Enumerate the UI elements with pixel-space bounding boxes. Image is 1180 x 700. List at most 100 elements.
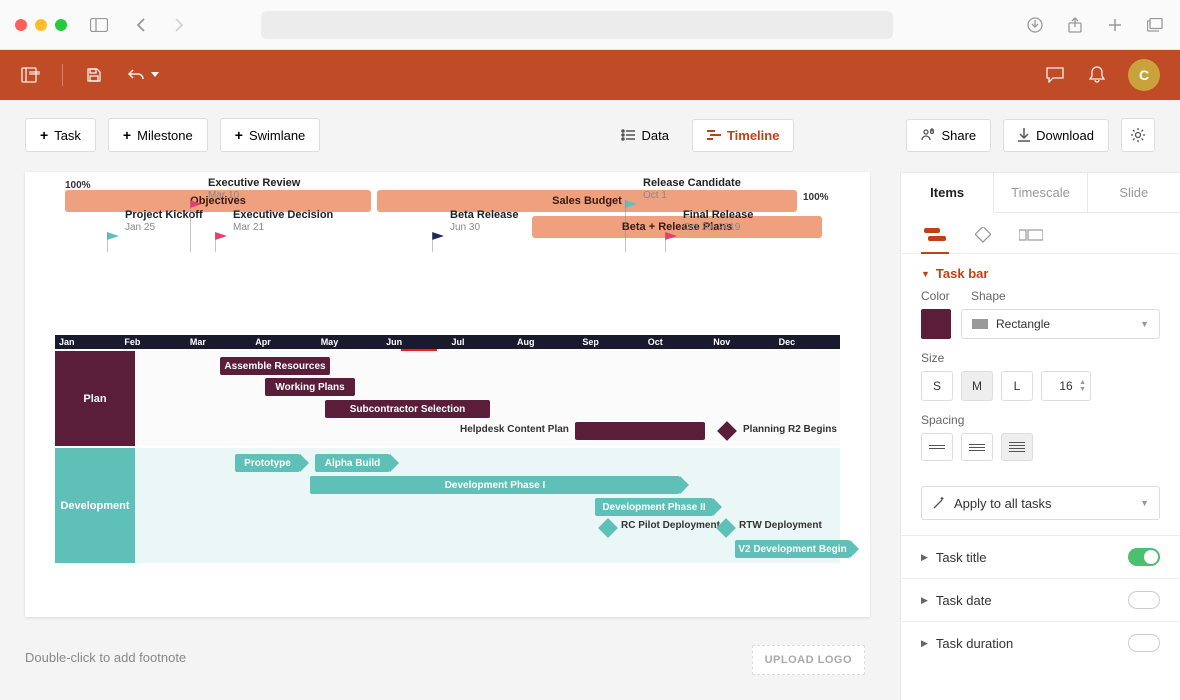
- month-axis: Jan Feb Mar Apr May Jun Jul Aug Sep Oct …: [55, 335, 840, 349]
- properties-panel: Items Timescale Slide ▼Task bar Color Sh…: [900, 172, 1180, 700]
- subtab-taskbar[interactable]: [921, 225, 949, 245]
- add-swimlane-button[interactable]: +Swimlane: [220, 118, 321, 152]
- task-date-toggle[interactable]: [1128, 591, 1160, 609]
- back-icon[interactable]: [131, 15, 151, 35]
- app-menu-icon[interactable]: [20, 64, 42, 86]
- task-duration-toggle[interactable]: [1128, 634, 1160, 652]
- traffic-lights: [15, 19, 67, 31]
- spacing-tight-button[interactable]: [921, 433, 953, 461]
- task-working-plans[interactable]: Working Plans: [265, 378, 355, 396]
- chevron-down-icon: ▼: [1140, 319, 1149, 329]
- apply-dropdown[interactable]: Apply to all tasks ▼: [921, 486, 1160, 520]
- size-l-button[interactable]: L: [1001, 371, 1033, 401]
- swimlane-dev-header[interactable]: Development: [55, 448, 135, 563]
- shape-dropdown[interactable]: Rectangle▼: [961, 309, 1160, 339]
- subtab-swimlane[interactable]: [1017, 225, 1045, 245]
- spacing-medium-button[interactable]: [961, 433, 993, 461]
- section-task-bar[interactable]: ▼Task bar: [901, 254, 1180, 289]
- flag-icon: [625, 200, 639, 252]
- avatar[interactable]: C: [1128, 59, 1160, 91]
- panel-tabs: Items Timescale Slide: [901, 173, 1180, 213]
- download-arrow-icon: [1018, 128, 1030, 142]
- swimlane-plan-header[interactable]: Plan: [55, 351, 135, 446]
- color-swatch[interactable]: [921, 309, 951, 339]
- size-m-button[interactable]: M: [961, 371, 993, 401]
- view-data-label: Data: [641, 128, 668, 143]
- footnote-placeholder[interactable]: Double-click to add footnote: [25, 650, 186, 665]
- milestone-date: Jun 30: [450, 222, 519, 234]
- caret-right-icon: ▶: [921, 552, 928, 563]
- task-phase1[interactable]: Development Phase I: [310, 476, 680, 494]
- bell-icon[interactable]: [1086, 64, 1108, 86]
- save-icon[interactable]: [83, 64, 105, 86]
- swimlane-plan[interactable]: Plan Assemble Resources Working Plans Su…: [55, 351, 840, 446]
- view-timeline-button[interactable]: Timeline: [692, 119, 795, 152]
- milestone-date: Oct 1: [643, 190, 741, 202]
- spinner-icon[interactable]: ▲▼: [1079, 379, 1086, 393]
- flag-icon: [215, 232, 229, 252]
- list-icon: [621, 129, 635, 141]
- month-label: Oct: [644, 335, 709, 349]
- task-phase2[interactable]: Development Phase II: [595, 498, 713, 516]
- task-helpdesk-bar[interactable]: [575, 422, 705, 440]
- undo-group[interactable]: [125, 64, 159, 86]
- forward-icon: [169, 15, 189, 35]
- milestone-rc-pilot[interactable]: [598, 518, 618, 538]
- download-icon[interactable]: [1025, 15, 1045, 35]
- timeline-canvas[interactable]: 100% 100% Objectives Sales Budget Beta +…: [25, 172, 870, 617]
- rectangle-icon: [972, 319, 988, 329]
- close-window[interactable]: [15, 19, 27, 31]
- section-task-date[interactable]: ▶ Task date: [901, 578, 1180, 621]
- sidebar-toggle-icon[interactable]: [89, 15, 109, 35]
- task-title-toggle[interactable]: [1128, 548, 1160, 566]
- task-alpha[interactable]: Alpha Build: [315, 454, 390, 472]
- flag-icon: [665, 232, 679, 252]
- milestone-planning-r2[interactable]: [717, 421, 737, 441]
- add-task-label: Task: [54, 128, 81, 143]
- new-tab-icon[interactable]: [1105, 15, 1125, 35]
- milestone-area: Project KickoffJan 25 Executive ReviewMa…: [55, 252, 840, 337]
- undo-icon[interactable]: [125, 64, 147, 86]
- size-s-button[interactable]: S: [921, 371, 953, 401]
- flag-icon: [432, 232, 446, 252]
- upload-logo-button[interactable]: UPLOAD LOGO: [752, 645, 865, 675]
- app-toolbar: C: [0, 50, 1180, 100]
- tabs-icon[interactable]: [1145, 15, 1165, 35]
- month-label: Dec: [775, 335, 840, 349]
- tab-slide[interactable]: Slide: [1088, 173, 1180, 212]
- plus-icon: +: [40, 127, 48, 143]
- nav-buttons: [131, 15, 189, 35]
- chevron-down-icon[interactable]: [151, 72, 159, 78]
- add-swimlane-label: Swimlane: [249, 128, 305, 143]
- maximize-window[interactable]: [55, 19, 67, 31]
- task-prototype[interactable]: Prototype: [235, 454, 300, 472]
- task-assemble[interactable]: Assemble Resources: [220, 357, 330, 375]
- comment-icon[interactable]: [1044, 64, 1066, 86]
- share-icon[interactable]: [1065, 15, 1085, 35]
- month-label: Sep: [578, 335, 643, 349]
- subtab-milestone[interactable]: [969, 225, 997, 245]
- tab-timescale[interactable]: Timescale: [994, 173, 1087, 212]
- share-button[interactable]: Share: [906, 119, 991, 152]
- download-button[interactable]: Download: [1003, 119, 1109, 152]
- task-subcontractor[interactable]: Subcontractor Selection: [325, 400, 490, 418]
- swimlane-dev[interactable]: Development Prototype Alpha Build Develo…: [55, 448, 840, 563]
- caret-right-icon: ▶: [921, 595, 928, 606]
- settings-button[interactable]: [1121, 118, 1155, 152]
- minimize-window[interactable]: [35, 19, 47, 31]
- view-data-button[interactable]: Data: [606, 119, 683, 152]
- tab-items[interactable]: Items: [901, 173, 994, 213]
- add-milestone-button[interactable]: +Milestone: [108, 118, 208, 152]
- item-type-tabs: [901, 213, 1180, 254]
- spacing-label: Spacing: [921, 413, 1160, 427]
- size-stepper[interactable]: 16▲▼: [1041, 371, 1091, 401]
- month-label: Aug: [513, 335, 578, 349]
- section-label: Task date: [936, 593, 992, 608]
- add-task-button[interactable]: + Task: [25, 118, 96, 152]
- section-task-duration[interactable]: ▶Task duration: [901, 621, 1180, 664]
- task-v2[interactable]: V2 Development Begin: [735, 540, 850, 558]
- spacing-wide-button[interactable]: [1001, 433, 1033, 461]
- section-task-title[interactable]: ▶Task title: [901, 535, 1180, 578]
- address-bar[interactable]: [261, 11, 893, 39]
- milestone-rtw-label: RTW Deployment: [739, 520, 822, 531]
